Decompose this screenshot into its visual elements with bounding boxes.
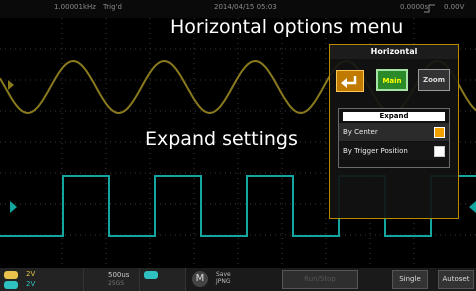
rising-edge-icon: [424, 4, 435, 13]
back-button[interactable]: [336, 70, 364, 92]
expand-by-center-option[interactable]: By Center: [339, 123, 449, 141]
horizontal-menu-panel: Horizontal Main Zoom Expand By Center By…: [329, 44, 459, 219]
save-button[interactable]: Save JPNG: [216, 271, 231, 285]
trigger-status: Trig'd: [103, 3, 122, 11]
save-format: JPNG: [216, 278, 231, 285]
timebase-value: 500us: [108, 271, 130, 279]
annotation-expand-settings: Expand settings: [145, 128, 298, 150]
ch1-marker-icon[interactable]: [8, 80, 14, 90]
save-label: Save: [216, 271, 231, 278]
timebase-group[interactable]: 500us 25GS: [84, 268, 140, 291]
expand-settings-box: Expand By Center By Trigger Position: [338, 108, 450, 168]
ch1-icon: [4, 271, 18, 279]
annotation-horizontal-menu: Horizontal options menu: [170, 16, 404, 38]
by-trigger-position-checkbox[interactable]: [434, 146, 445, 157]
channel-settings-group[interactable]: 2V 2V: [0, 268, 84, 291]
by-center-checkbox[interactable]: [434, 127, 445, 138]
oscilloscope-screen: 1.00001kHz Trig'd 2014/04/15 05:03 0.000…: [0, 0, 476, 291]
trigger-source-icon: [144, 271, 158, 279]
frequency-readout: 1.00001kHz: [54, 3, 96, 11]
ch2-icon: [4, 281, 18, 289]
bottom-menu-bar: 2V 2V 500us 25GS M Save JPNG Run/Stop Si…: [0, 268, 476, 291]
return-arrow-icon: [341, 76, 357, 88]
date-time: 2014/04/15 05:03: [214, 3, 277, 11]
trigger-level-marker-icon[interactable]: [469, 201, 476, 213]
trigger-group[interactable]: [140, 268, 186, 291]
expand-heading: Expand: [343, 112, 445, 121]
main-mode-button[interactable]: Main: [376, 69, 408, 91]
trigger-level-readout: 0.00V: [444, 3, 465, 11]
by-trigger-position-label: By Trigger Position: [343, 147, 408, 155]
by-center-label: By Center: [343, 128, 378, 136]
math-button[interactable]: M: [192, 271, 208, 287]
ch2-volts: 2V: [26, 280, 36, 288]
autoset-button[interactable]: Autoset: [438, 270, 474, 289]
sample-rate: 25GS: [108, 280, 125, 287]
ch2-marker-icon[interactable]: [10, 201, 17, 213]
single-button[interactable]: Single: [392, 270, 428, 289]
panel-title: Horizontal: [330, 45, 458, 59]
run-stop-button[interactable]: Run/Stop: [282, 270, 358, 289]
expand-by-trigger-option[interactable]: By Trigger Position: [339, 142, 449, 160]
zoom-mode-button[interactable]: Zoom: [418, 69, 450, 91]
ch1-volts: 2V: [26, 270, 36, 278]
